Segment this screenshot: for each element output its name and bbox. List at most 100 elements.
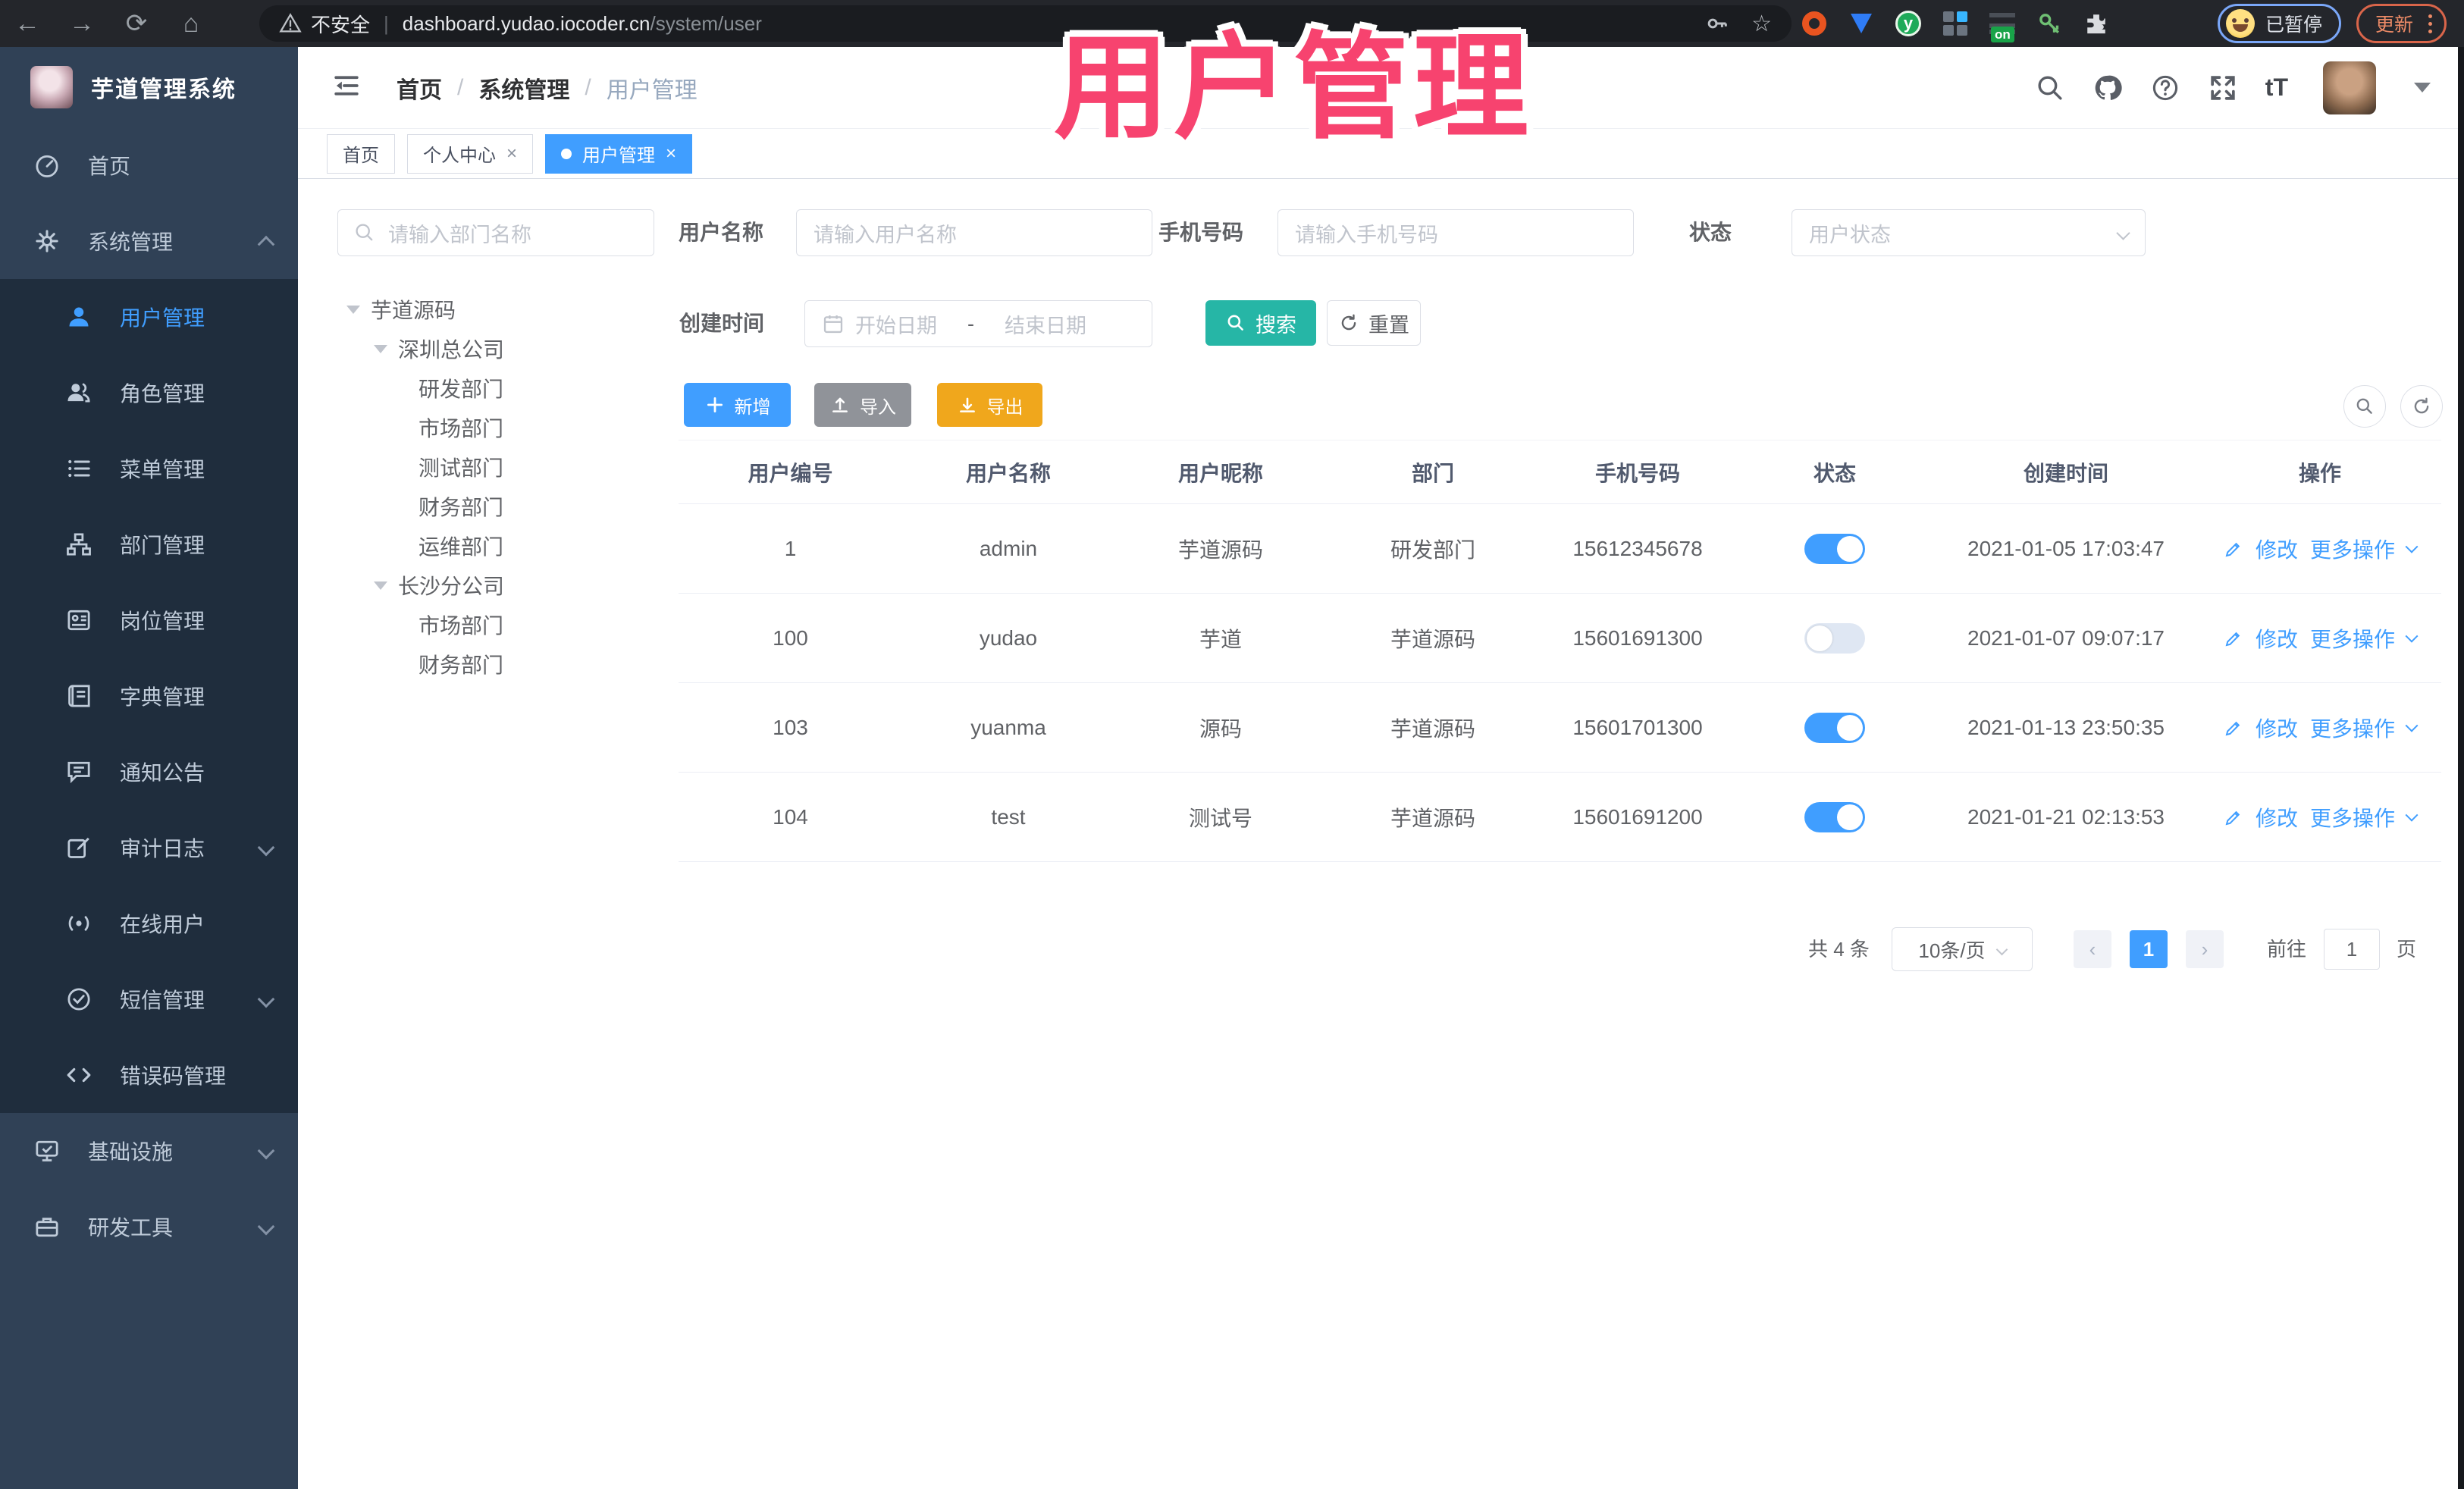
tag-close-icon[interactable]: × (506, 143, 517, 165)
breadcrumb-home[interactable]: 首页 (397, 71, 442, 105)
bookmark-star-icon[interactable]: ☆ (1751, 11, 1772, 37)
url-host[interactable]: dashboard.yudao.iocoder.cn (403, 12, 650, 36)
import-button[interactable]: 导入 (814, 383, 911, 427)
sidebar-item-post-mgmt[interactable]: 岗位管理 (0, 582, 298, 658)
tree-node-ops[interactable]: 运维部门 (298, 526, 654, 566)
extension-grid-icon[interactable] (1943, 11, 1967, 36)
tree-node-test[interactable]: 测试部门 (298, 447, 654, 487)
sidebar-item-menu-mgmt[interactable]: 菜单管理 (0, 431, 298, 506)
fullscreen-icon[interactable] (2208, 73, 2238, 103)
extensions-puzzle-icon[interactable] (2083, 11, 2109, 36)
edit-icon (2225, 721, 2240, 735)
browser-home-icon[interactable]: ⌂ (164, 0, 218, 47)
breadcrumb-system[interactable]: 系统管理 (478, 71, 569, 105)
key-icon[interactable] (1704, 11, 1729, 36)
sidebar-item-dict-mgmt[interactable]: 字典管理 (0, 658, 298, 734)
tag-home[interactable]: 首页 (327, 133, 395, 174)
tree-expand-icon[interactable] (346, 305, 360, 314)
tag-user-mgmt[interactable]: 用户管理 × (545, 133, 693, 174)
status-toggle[interactable] (1804, 801, 1865, 832)
page-size-select[interactable]: 10条/页 (1892, 927, 2033, 971)
edit-link[interactable]: 修改 (2256, 623, 2298, 654)
sidebar-item-home[interactable]: 首页 (0, 127, 298, 203)
status-toggle[interactable] (1804, 712, 1865, 743)
sidebar-item-dept-mgmt[interactable]: 部门管理 (0, 506, 298, 582)
edit-link[interactable]: 修改 (2256, 534, 2298, 564)
sidebar-item-error-code[interactable]: 错误码管理 (0, 1037, 298, 1113)
refresh-table-button[interactable] (2400, 385, 2443, 428)
search-icon[interactable] (2035, 73, 2065, 103)
app-logo-row[interactable]: 芋道管理系统 (0, 47, 298, 127)
edit-link[interactable]: 修改 (2256, 713, 2298, 743)
sidebar-item-infrastructure[interactable]: 基础设施 (0, 1113, 298, 1189)
sidebar-item-system[interactable]: 系统管理 (0, 203, 298, 279)
tree-expand-icon[interactable] (374, 581, 387, 590)
edit-link[interactable]: 修改 (2256, 802, 2298, 832)
sidebar-item-audit-log[interactable]: 审计日志 (0, 810, 298, 886)
tag-close-icon[interactable]: × (666, 143, 676, 165)
tag-profile[interactable]: 个人中心 × (407, 133, 534, 174)
more-actions-link[interactable]: 更多操作 (2310, 623, 2395, 654)
search-button[interactable]: 搜索 (1205, 300, 1316, 346)
breadcrumb-current: 用户管理 (606, 77, 698, 103)
more-actions-link[interactable]: 更多操作 (2310, 802, 2395, 832)
status-toggle[interactable] (1804, 622, 1865, 654)
extension-ubuntu-icon[interactable] (1802, 11, 1826, 36)
security-label[interactable]: 不安全 (311, 10, 370, 38)
chevron-down-icon (2116, 225, 2130, 240)
add-button[interactable]: 新增 (684, 383, 791, 427)
address-bar[interactable]: 不安全 | dashboard.yudao.iocoder.cn/system/… (259, 5, 1792, 42)
sidebar-item-user-mgmt[interactable]: 用户管理 (0, 279, 298, 355)
status-toggle[interactable] (1804, 533, 1865, 564)
username-input[interactable]: 请输入用户名称 (796, 209, 1152, 256)
font-size-icon[interactable]: tT (2265, 74, 2288, 102)
sidebar-item-role-mgmt[interactable]: 角色管理 (0, 355, 298, 431)
tree-node-market2[interactable]: 市场部门 (298, 605, 654, 644)
sidebar-item-sms-mgmt[interactable]: 短信管理 (0, 961, 298, 1037)
current-page-button[interactable]: 1 (2130, 930, 2168, 968)
github-icon[interactable] (2093, 73, 2123, 103)
tree-node-root[interactable]: 芋道源码 (298, 290, 654, 329)
tree-node-changsha[interactable]: 长沙分公司 (298, 566, 654, 605)
user-table: 用户编号 用户名称 用户昵称 部门 手机号码 状态 创建时间 操作 1 admi… (679, 440, 2441, 862)
tree-node-rd[interactable]: 研发部门 (298, 368, 654, 408)
tree-node-finance2[interactable]: 财务部门 (298, 644, 654, 684)
tree-node-finance[interactable]: 财务部门 (298, 487, 654, 526)
browser-back-icon[interactable]: ← (0, 0, 55, 47)
mobile-input[interactable]: 请输入手机号码 (1277, 209, 1634, 256)
next-page-button[interactable]: › (2186, 930, 2224, 968)
sidebar-item-dev-tools[interactable]: 研发工具 (0, 1189, 298, 1265)
date-range-input[interactable]: 开始日期 - 结束日期 (804, 300, 1152, 347)
more-actions-link[interactable]: 更多操作 (2310, 713, 2395, 743)
status-select[interactable]: 用户状态 (1792, 209, 2146, 256)
avatar[interactable] (2323, 61, 2376, 114)
browser-update-button[interactable]: 更新 (2356, 4, 2447, 43)
search-icon (356, 224, 373, 241)
sidebar-item-online-users[interactable]: 在线用户 (0, 886, 298, 961)
avatar-caret-icon[interactable] (2414, 83, 2431, 92)
browser-menu-icon[interactable] (2428, 14, 2433, 33)
export-button[interactable]: 导出 (937, 383, 1042, 427)
extension-list-icon[interactable]: on (1989, 13, 2015, 42)
browser-reload-icon[interactable]: ⟳ (109, 0, 164, 47)
reset-button[interactable]: 重置 (1327, 300, 1421, 346)
browser-profile-chip[interactable]: 已暂停 (2218, 4, 2342, 43)
sidebar-collapse-button[interactable] (331, 71, 362, 105)
browser-forward-icon[interactable]: → (55, 0, 109, 47)
help-icon[interactable] (2150, 73, 2180, 103)
more-actions-link[interactable]: 更多操作 (2310, 534, 2395, 564)
cell-created: 2021-01-21 02:13:53 (1967, 804, 2165, 829)
tree-node-market[interactable]: 市场部门 (298, 408, 654, 447)
extension-green-icon[interactable]: y (1895, 11, 1921, 36)
pagination-total: 共 4 条 (1808, 938, 1870, 961)
tree-expand-icon[interactable] (374, 344, 387, 353)
extension-gem-icon[interactable] (1851, 14, 1872, 33)
toggle-search-button[interactable] (2343, 385, 2386, 428)
tree-node-shenzhen[interactable]: 深圳总公司 (298, 329, 654, 368)
extension-key-icon[interactable] (2036, 11, 2062, 36)
goto-page-input[interactable] (2324, 929, 2380, 970)
prev-page-button[interactable]: ‹ (2074, 930, 2111, 968)
dept-search-input[interactable]: 请输入部门名称 (337, 209, 654, 256)
sidebar-item-notice[interactable]: 通知公告 (0, 734, 298, 810)
chevron-down-icon (257, 1142, 275, 1160)
